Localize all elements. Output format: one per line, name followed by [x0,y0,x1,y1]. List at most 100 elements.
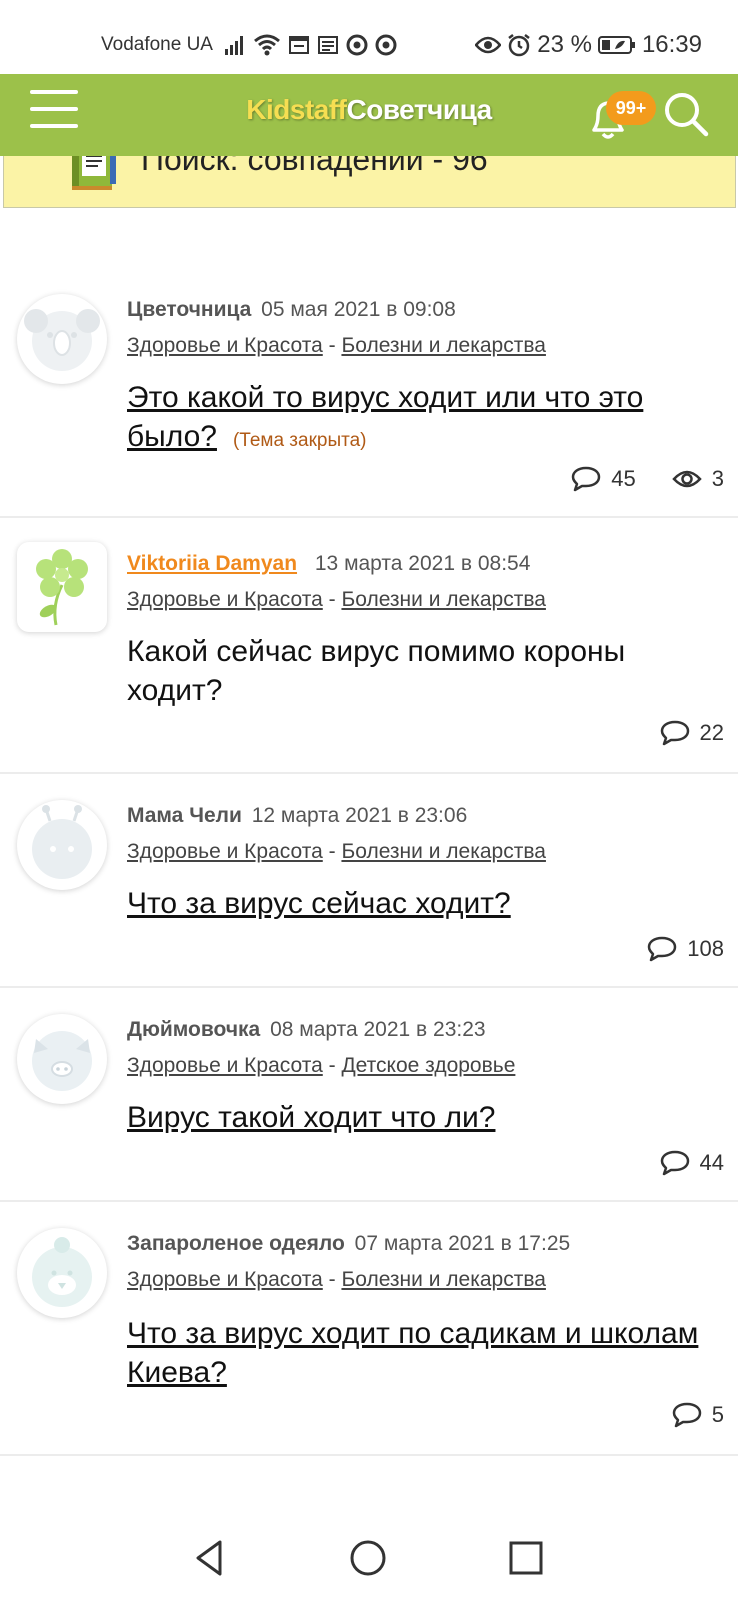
category-link[interactable]: Здоровье и Красота [127,588,323,611]
chrome-icon [375,34,397,56]
category-link[interactable]: Здоровье и Красота [127,840,323,863]
topic-title: Что за вирус ходит по садикам и школам К… [127,1314,717,1392]
comments-count: 44 [699,1150,724,1175]
category-separator: - [328,840,336,863]
comments-stat: 45 [571,466,636,492]
topic-item: Viktoriia Damyan 13 марта 2021 в 08:54 З… [0,518,738,774]
avatar[interactable] [17,294,107,384]
category-link[interactable]: Здоровье и Красота [127,334,323,357]
notification-icons [224,32,397,58]
battery-percent: 23 % [537,31,592,58]
topic-stats: 5 [646,1402,724,1428]
system-nav-bar [0,1516,738,1600]
status-bar: Vodafone UA 23 % 16:39 [0,0,738,74]
topic-meta: Дюймовочка 08 марта 2021 в 23:23 [127,1018,486,1042]
eye-icon [475,36,502,54]
avatar[interactable] [17,800,107,890]
topic-meta: Цветочница 05 мая 2021 в 09:08 [127,298,456,322]
chick-avatar-icon [32,1237,92,1307]
author-name[interactable]: Мама Чели [127,804,242,827]
brand-part2: Советчица [346,94,493,125]
topic-title-text[interactable]: Какой сейчас вирус помимо короны ходит? [127,635,625,707]
news-icon [318,36,338,54]
topic-title-link[interactable]: Что за вирус ходит по садикам и школам К… [127,1317,698,1389]
avatar[interactable] [17,542,107,632]
clock: 16:39 [641,31,702,58]
topic-title: Это какой то вирус ходит или что это был… [127,378,717,460]
views-count: 3 [711,466,724,491]
topic-date: 07 марта 2021 в 17:25 [354,1232,571,1255]
comment-icon [672,1402,701,1428]
koala-avatar-icon [24,309,100,371]
author-name[interactable]: Запароленое одеяло [127,1232,345,1255]
topic-meta: Viktoriia Damyan 13 марта 2021 в 08:54 [127,552,530,576]
comment-icon [660,1150,689,1176]
topic-date: 13 марта 2021 в 08:54 [314,552,531,575]
topic-date: 08 марта 2021 в 23:23 [270,1018,486,1041]
subcategory-link[interactable]: Болезни и лекарства [341,840,545,863]
category-separator: - [328,1054,336,1077]
back-icon[interactable] [188,1536,232,1580]
chrome-icon [346,34,368,56]
topic-meta: Запароленое одеяло 07 марта 2021 в 17:25 [127,1232,570,1256]
comment-icon [648,936,677,962]
topic-stats: 22 [634,720,724,746]
search-results-banner: Поиск: совпадений - 96 [3,156,736,208]
recents-icon[interactable] [504,1536,548,1580]
author-name[interactable]: Цветочница [127,298,251,321]
app-header: KidstaffСоветчица 99+ [0,74,738,156]
flower-avatar-icon [36,549,88,626]
author-name[interactable]: Viktoriia Damyan [127,552,297,575]
topic-categories: Здоровье и Красота - Болезни и лекарства [127,334,546,358]
topic-title-link[interactable]: Это какой то вирус ходит или что это был… [127,381,643,453]
subcategory-link[interactable]: Болезни и лекарства [341,334,545,357]
snail-avatar-icon [32,805,92,879]
topic-item: Дюймовочка 08 марта 2021 в 23:23 Здоровь… [0,988,738,1202]
topic-stats: 44 [634,1150,724,1176]
views-stat: 3 [672,466,724,492]
subcategory-link[interactable]: Детское здоровье [341,1054,515,1077]
category-link[interactable]: Здоровье и Красота [127,1054,323,1077]
avatar[interactable] [17,1228,107,1318]
signal-icon [225,36,243,55]
avatar[interactable] [17,1014,107,1104]
comments-stat: 108 [647,936,724,962]
comments-stat: 44 [660,1150,724,1176]
search-icon[interactable] [661,88,711,140]
topic-title: Вирус такой ходит что ли? [127,1098,717,1137]
topic-categories: Здоровье и Красота - Болезни и лекарства [127,1268,546,1292]
topic-item: Цветочница 05 мая 2021 в 09:08 Здоровье … [0,270,738,518]
pig-avatar-icon [32,1031,92,1091]
topic-date: 12 марта 2021 в 23:06 [251,804,468,827]
comments-stat: 22 [660,720,724,746]
topic-categories: Здоровье и Красота - Болезни и лекарства [127,588,546,612]
calendar-icon [289,36,309,54]
system-tray: 23 % 16:39 [475,31,702,59]
home-icon[interactable] [346,1536,390,1580]
carrier-name: Vodafone UA [101,34,213,55]
wifi-icon [254,34,280,56]
topic-item: Мама Чели 12 марта 2021 в 23:06 Здоровье… [0,774,738,988]
eye-icon [672,470,702,488]
category-separator: - [328,334,336,357]
topic-categories: Здоровье и Красота - Болезни и лекарства [127,840,546,864]
subcategory-link[interactable]: Болезни и лекарства [341,1268,545,1291]
topic-title-link[interactable]: Вирус такой ходит что ли? [127,1101,495,1134]
search-results-count: Поиск: совпадений - 96 [141,156,488,177]
topic-title[interactable]: Какой сейчас вирус помимо короны ходит? [127,632,717,710]
category-separator: - [328,588,336,611]
topic-categories: Здоровье и Красота - Детское здоровье [127,1054,515,1078]
category-link[interactable]: Здоровье и Красота [127,1268,323,1291]
brand-part1: Kidstaff [246,94,347,125]
notification-badge: 99+ [606,91,656,125]
battery-icon [597,36,635,54]
author-name[interactable]: Дюймовочка [127,1018,260,1041]
topic-title-link[interactable]: Что за вирус сейчас ходит? [127,887,511,920]
topic-stats: 108 [621,936,724,962]
subcategory-link[interactable]: Болезни и лекарства [341,588,545,611]
comments-count: 45 [611,466,636,491]
topic-meta: Мама Чели 12 марта 2021 в 23:06 [127,804,467,828]
comments-count: 108 [687,936,724,961]
topic-closed-label: (Тема закрыта) [232,430,367,451]
category-separator: - [328,1268,336,1291]
